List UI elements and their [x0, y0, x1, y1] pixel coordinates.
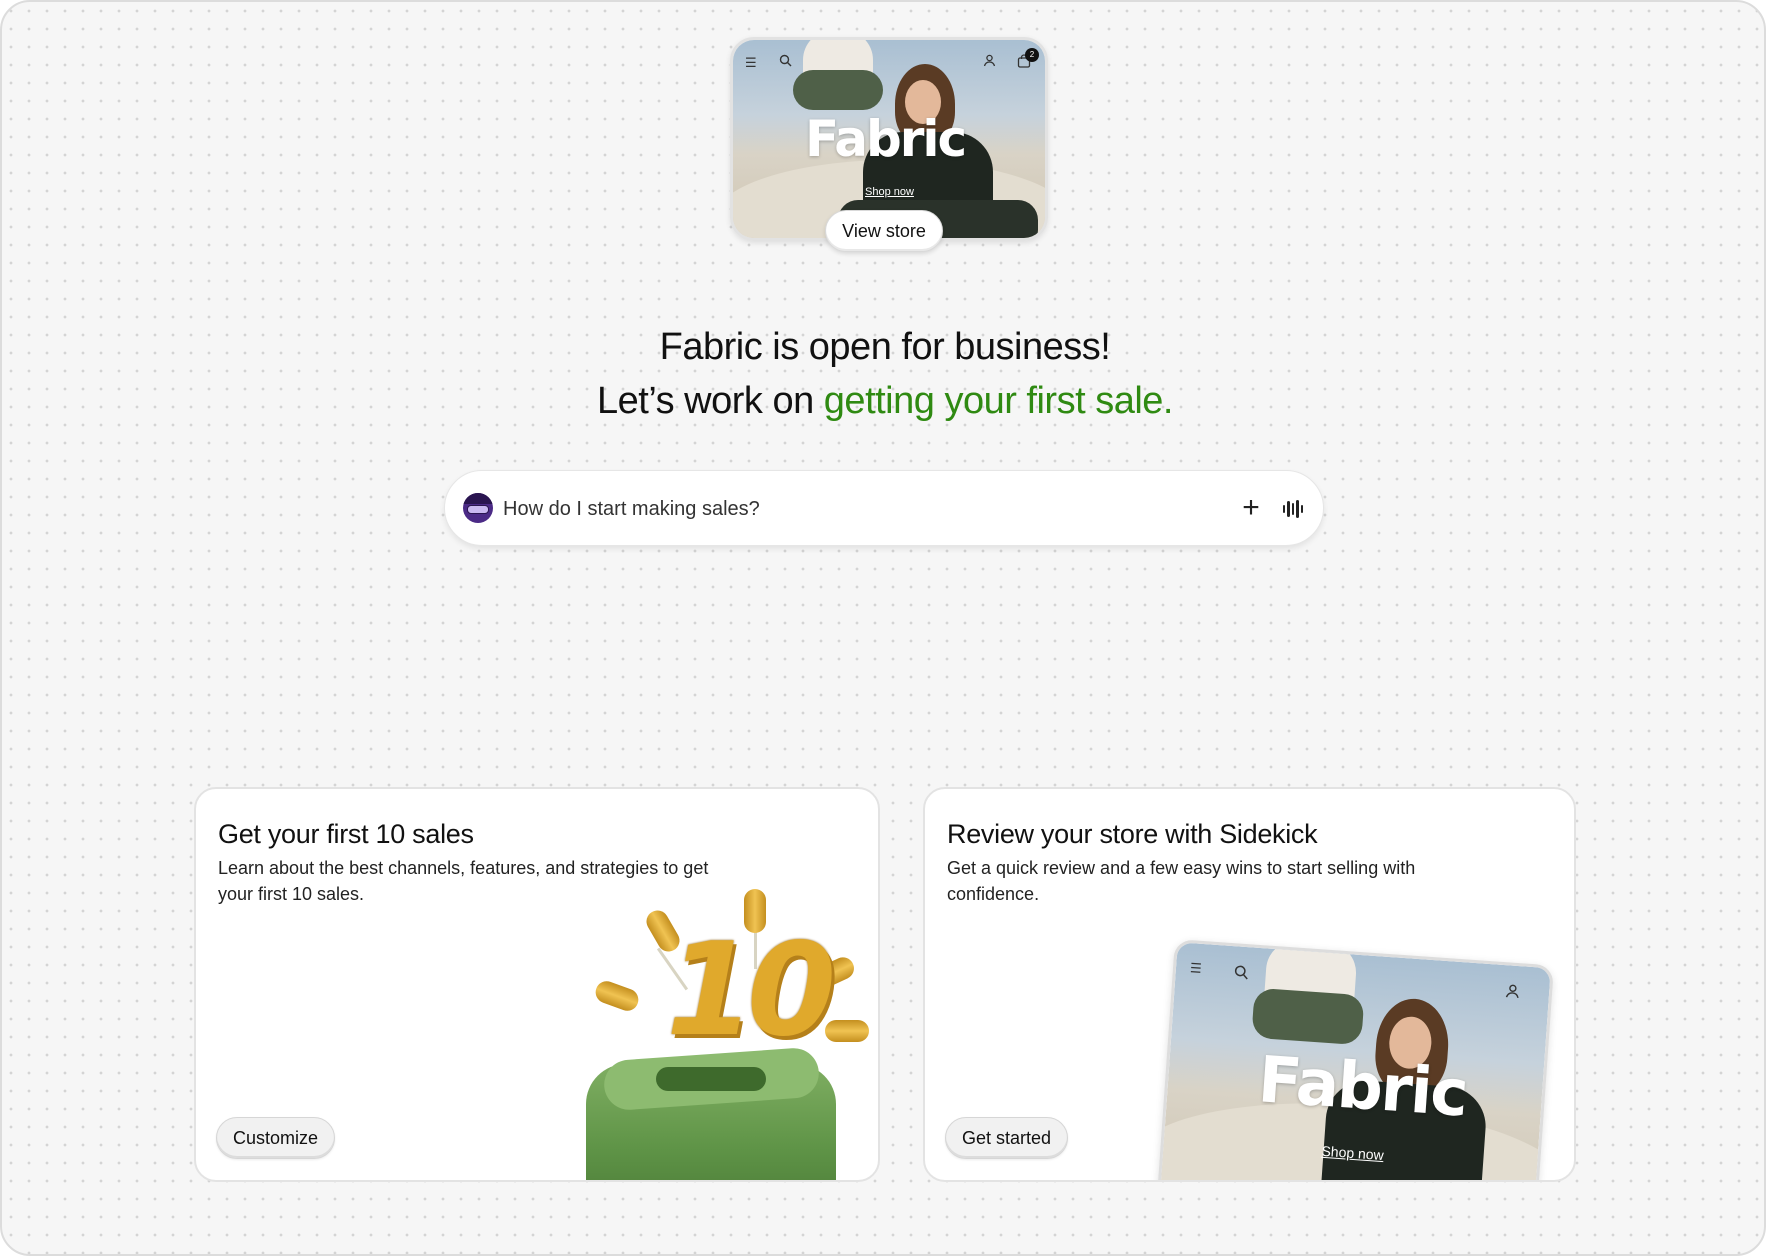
ten-number-text: 10 [666, 916, 836, 1065]
card-title: Review your store with Sidekick [947, 819, 1318, 849]
headline-line-2-prefix: Let’s work on [597, 380, 824, 422]
store-brand-name: Fabric [805, 110, 967, 168]
ten-sales-illustration: 10 [586, 889, 878, 1180]
get-started-button[interactable]: Get started [945, 1117, 1069, 1159]
plus-icon[interactable]: + [1233, 491, 1269, 527]
customize-button[interactable]: Customize [216, 1117, 336, 1159]
shop-now-link[interactable]: Shop now [865, 186, 914, 198]
headline-line-2: Let’s work on getting your first sale. [385, 374, 1385, 428]
cart-count-badge: 2 [1025, 48, 1039, 62]
card-description: Get a quick review and a few easy wins t… [947, 858, 1416, 904]
app-frame: ☰ 2 Fabric Shop now View store Fabric is… [0, 0, 1766, 1256]
search-icon [1233, 964, 1249, 982]
page-headline: Fabric is open for business! Let’s work … [385, 320, 1385, 428]
headline-line-1: Fabric is open for business! [659, 326, 1111, 368]
sidekick-avatar-icon [463, 493, 493, 523]
card-title: Get your first 10 sales [218, 819, 474, 849]
search-icon[interactable] [779, 54, 792, 69]
store-preview-tilted: ☰ Fabric Shop now [1156, 939, 1555, 1180]
account-icon [1505, 983, 1521, 1001]
sidekick-prompt-input[interactable] [503, 491, 1183, 527]
menu-icon[interactable]: ☰ [745, 56, 757, 69]
menu-icon: ☰ [1189, 960, 1203, 976]
sidekick-prompt-bar[interactable]: + [444, 470, 1324, 546]
view-store-button[interactable]: View store [825, 210, 943, 252]
headline-line-2-accent: getting your first sale. [823, 380, 1174, 422]
voice-waveform-icon[interactable] [1275, 491, 1311, 527]
account-icon[interactable] [983, 54, 996, 69]
store-brand-name: Fabric [1255, 1043, 1469, 1132]
card-review-store[interactable]: Review your store with Sidekick Get a qu… [923, 787, 1576, 1182]
card-first-10-sales[interactable]: Get your first 10 sales Learn about the … [194, 787, 880, 1182]
